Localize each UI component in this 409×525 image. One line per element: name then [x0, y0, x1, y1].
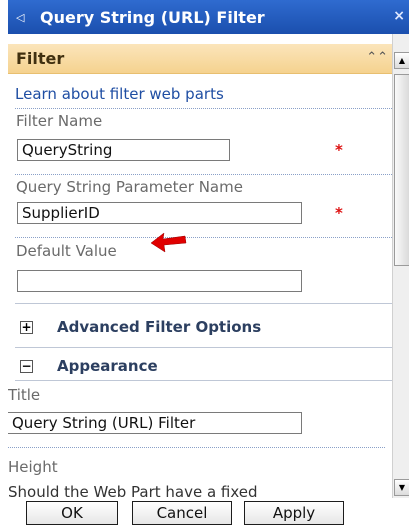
scroll-down-button[interactable]: ▼: [394, 479, 409, 496]
height-question: Should the Web Part have a fixed: [8, 483, 258, 498]
ok-button[interactable]: OK: [26, 501, 118, 525]
divider: [15, 347, 392, 348]
divider: [15, 174, 392, 175]
default-value-label: Default Value: [16, 242, 117, 260]
param-name-label: Query String Parameter Name: [16, 178, 243, 196]
tool-pane-title: Query String (URL) Filter: [40, 7, 265, 27]
scroll-up-button[interactable]: ▲: [394, 52, 409, 69]
menu-arrow-icon[interactable]: ◁: [16, 11, 34, 24]
apply-button[interactable]: Apply: [244, 501, 344, 525]
tool-pane-titlebar: ◁ Query String (URL) Filter ×: [8, 0, 409, 34]
required-marker: *: [335, 204, 343, 222]
expand-icon[interactable]: +: [20, 321, 33, 334]
cancel-button[interactable]: Cancel: [132, 501, 232, 525]
button-bar: OK Cancel Apply: [8, 498, 409, 525]
vertical-scrollbar[interactable]: ▲ ▼: [392, 34, 409, 498]
advanced-filter-options-toggle[interactable]: Advanced Filter Options: [57, 318, 261, 336]
divider: [15, 303, 392, 304]
annotation-arrow-icon: [150, 232, 187, 253]
divider: [15, 237, 392, 238]
scroll-thumb[interactable]: [394, 74, 409, 266]
height-label: Height: [8, 458, 58, 476]
title-input[interactable]: Query String (URL) Filter: [8, 412, 302, 434]
section-title: Filter: [16, 49, 65, 68]
appearance-toggle[interactable]: Appearance: [57, 357, 158, 375]
filter-name-label: Filter Name: [16, 112, 103, 130]
required-marker: *: [335, 141, 343, 159]
learn-filter-link[interactable]: Learn about filter web parts: [15, 85, 224, 103]
collapse-icon[interactable]: ⌃⌃: [366, 50, 388, 65]
param-name-input[interactable]: SupplierID: [17, 202, 302, 224]
collapse-group-icon[interactable]: −: [20, 360, 33, 373]
close-icon[interactable]: ×: [393, 8, 405, 24]
divider: [15, 108, 392, 109]
divider: [15, 380, 392, 381]
divider: [8, 447, 385, 448]
title-label: Title: [8, 386, 41, 404]
filter-section-header[interactable]: Filter ⌃⌃: [8, 44, 392, 74]
tool-pane-content: Filter ⌃⌃ Learn about filter web parts F…: [8, 34, 392, 498]
default-value-input[interactable]: [17, 270, 302, 292]
filter-name-input[interactable]: QueryString: [17, 139, 230, 161]
